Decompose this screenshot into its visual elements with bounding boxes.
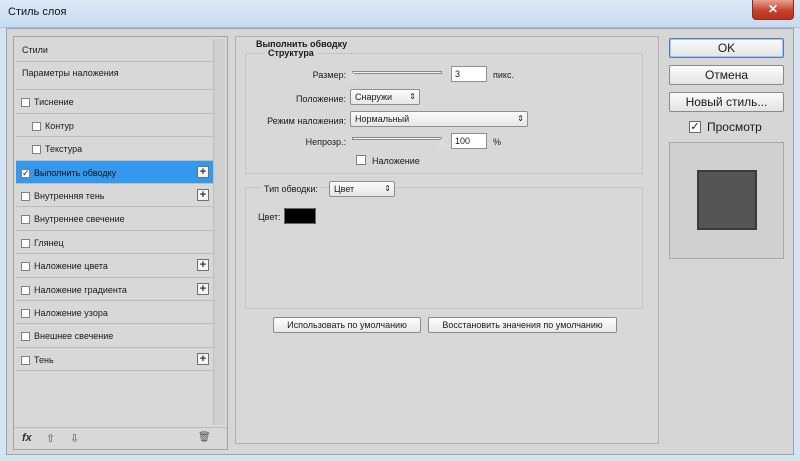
style-item[interactable]: Глянец (16, 231, 213, 255)
style-item-label: Наложение градиента (34, 284, 127, 295)
style-item-label: Наложение цвета (34, 261, 108, 272)
style-item[interactable]: Тень + (16, 348, 213, 372)
layer-style-dialog: Стили Параметры наложения Тиснение Контур Те… (6, 28, 794, 455)
style-item-label: Внешнее свечение (34, 331, 114, 342)
style-item-label: Стили (22, 45, 48, 55)
style-item-label: Тень (34, 354, 54, 365)
fill-type-select[interactable]: Цвет ⇕ (329, 181, 395, 197)
add-effect-icon[interactable]: + (197, 282, 209, 295)
add-effect-icon[interactable]: + (197, 259, 209, 272)
move-up-icon[interactable]: ⇧ (46, 432, 55, 445)
style-item-label: Контур (45, 120, 74, 131)
style-item-label: Выполнить обводку (34, 167, 117, 178)
opacity-slider[interactable] (352, 137, 442, 140)
size-slider-thumb[interactable] (346, 72, 359, 82)
move-down-icon[interactable]: ⇩ (70, 432, 79, 445)
reset-default-button[interactable]: Восстановить значения по умолчанию (428, 317, 617, 333)
opacity-slider-thumb[interactable] (436, 138, 448, 148)
stroke-settings-panel: Выполнить обводку Структура Размер: 3 пи… (235, 36, 659, 444)
preview-checkbox[interactable]: ✓ (689, 121, 701, 133)
window-title: Стиль слоя (8, 6, 67, 18)
style-item[interactable]: Внутреннее свечение (16, 207, 213, 231)
style-item-checkbox[interactable] (21, 262, 30, 272)
style-item-label: Наложение узора (34, 307, 108, 318)
blend-mode-label: Режим наложения: (267, 116, 346, 126)
fill-type-group (245, 187, 643, 309)
style-item[interactable]: ✓ Выполнить обводку + (16, 160, 213, 184)
style-item[interactable]: Наложение градиента + (16, 278, 213, 301)
fx-icon[interactable]: fx (22, 432, 32, 444)
overprint-checkbox[interactable] (356, 155, 366, 165)
blend-mode-value: Нормальный (355, 114, 410, 124)
trash-icon[interactable]: 🗑 (198, 432, 211, 443)
opacity-label: Непрозр.: (305, 137, 346, 147)
style-item-checkbox[interactable] (21, 355, 30, 365)
style-item[interactable]: Тиснение (16, 90, 213, 114)
style-item[interactable]: Внутренняя тень + (16, 184, 213, 208)
style-item-checkbox[interactable] (21, 191, 30, 201)
style-item-label: Внутреннее свечение (34, 214, 125, 225)
styles-list-footer: fx ⇧ ⇩ 🗑 (14, 427, 227, 449)
title-bar: Стиль слоя ✕ (0, 0, 800, 28)
preview-label: Просмотр (707, 120, 762, 134)
style-item-checkbox[interactable]: ✓ (21, 168, 30, 178)
position-select[interactable]: Снаружи ⇕ (350, 89, 420, 105)
style-item-checkbox[interactable] (21, 215, 30, 225)
style-item-checkbox[interactable] (32, 145, 41, 155)
close-button[interactable]: ✕ (752, 0, 794, 20)
ok-button[interactable]: OK (669, 38, 784, 58)
chevron-updown-icon: ⇕ (384, 184, 391, 193)
preview-swatch (697, 170, 757, 230)
add-effect-icon[interactable]: + (197, 188, 209, 201)
fill-type-value: Цвет (334, 184, 355, 194)
size-slider[interactable] (352, 71, 442, 74)
structure-title: Структура (265, 48, 317, 58)
make-default-button[interactable]: Использовать по умолчанию (273, 317, 421, 333)
style-item-checkbox[interactable] (21, 98, 30, 108)
style-item[interactable]: Текстура (16, 137, 213, 161)
close-icon: ✕ (767, 2, 779, 16)
style-item[interactable]: Наложение узора (16, 301, 213, 325)
style-item-label: Внутренняя тень (34, 190, 105, 201)
style-item-label: Тиснение (34, 97, 74, 108)
opacity-unit: % (493, 137, 502, 147)
style-item-label: Глянец (34, 237, 64, 248)
preview-box (669, 142, 784, 259)
style-item-checkbox[interactable] (32, 121, 41, 131)
style-item[interactable]: Внешнее свечение (16, 324, 213, 348)
style-item-label: Параметры наложения (22, 68, 119, 79)
style-item-checkbox[interactable] (21, 285, 30, 295)
style-item-checkbox[interactable] (21, 308, 30, 318)
chevron-updown-icon: ⇕ (409, 92, 416, 101)
position-value: Снаружи (355, 92, 393, 102)
styles-list: Стили Параметры наложения Тиснение Контур Те… (16, 39, 213, 372)
style-item-checkbox[interactable] (21, 238, 30, 248)
style-item[interactable]: Наложение цвета + (16, 254, 213, 278)
cancel-button[interactable]: Отмена (669, 65, 784, 85)
styles-list-panel: Стили Параметры наложения Тиснение Контур Те… (13, 36, 228, 450)
size-label: Размер: (312, 70, 346, 80)
overprint-label: Наложение (372, 156, 420, 166)
fill-type-label: Тип обводки: (261, 181, 321, 197)
blend-mode-select[interactable]: Нормальный ⇕ (350, 111, 528, 127)
add-effect-icon[interactable]: + (197, 352, 209, 365)
style-item-checkbox[interactable] (21, 332, 30, 342)
style-item-label: Текстура (45, 144, 83, 155)
style-item[interactable]: Параметры наложения (16, 62, 213, 91)
position-label: Положение: (295, 94, 346, 104)
style-item[interactable]: Стили (16, 39, 213, 63)
chevron-updown-icon: ⇕ (517, 114, 524, 123)
color-label: Цвет: (258, 212, 281, 222)
size-input[interactable]: 3 (451, 66, 487, 82)
opacity-input[interactable]: 100 (451, 133, 487, 149)
color-swatch[interactable] (284, 208, 316, 224)
style-item[interactable]: Контур (16, 114, 213, 138)
new-style-button[interactable]: Новый стиль... (669, 92, 784, 112)
size-unit: пикс. (493, 70, 514, 80)
add-effect-icon[interactable]: + (197, 165, 209, 178)
